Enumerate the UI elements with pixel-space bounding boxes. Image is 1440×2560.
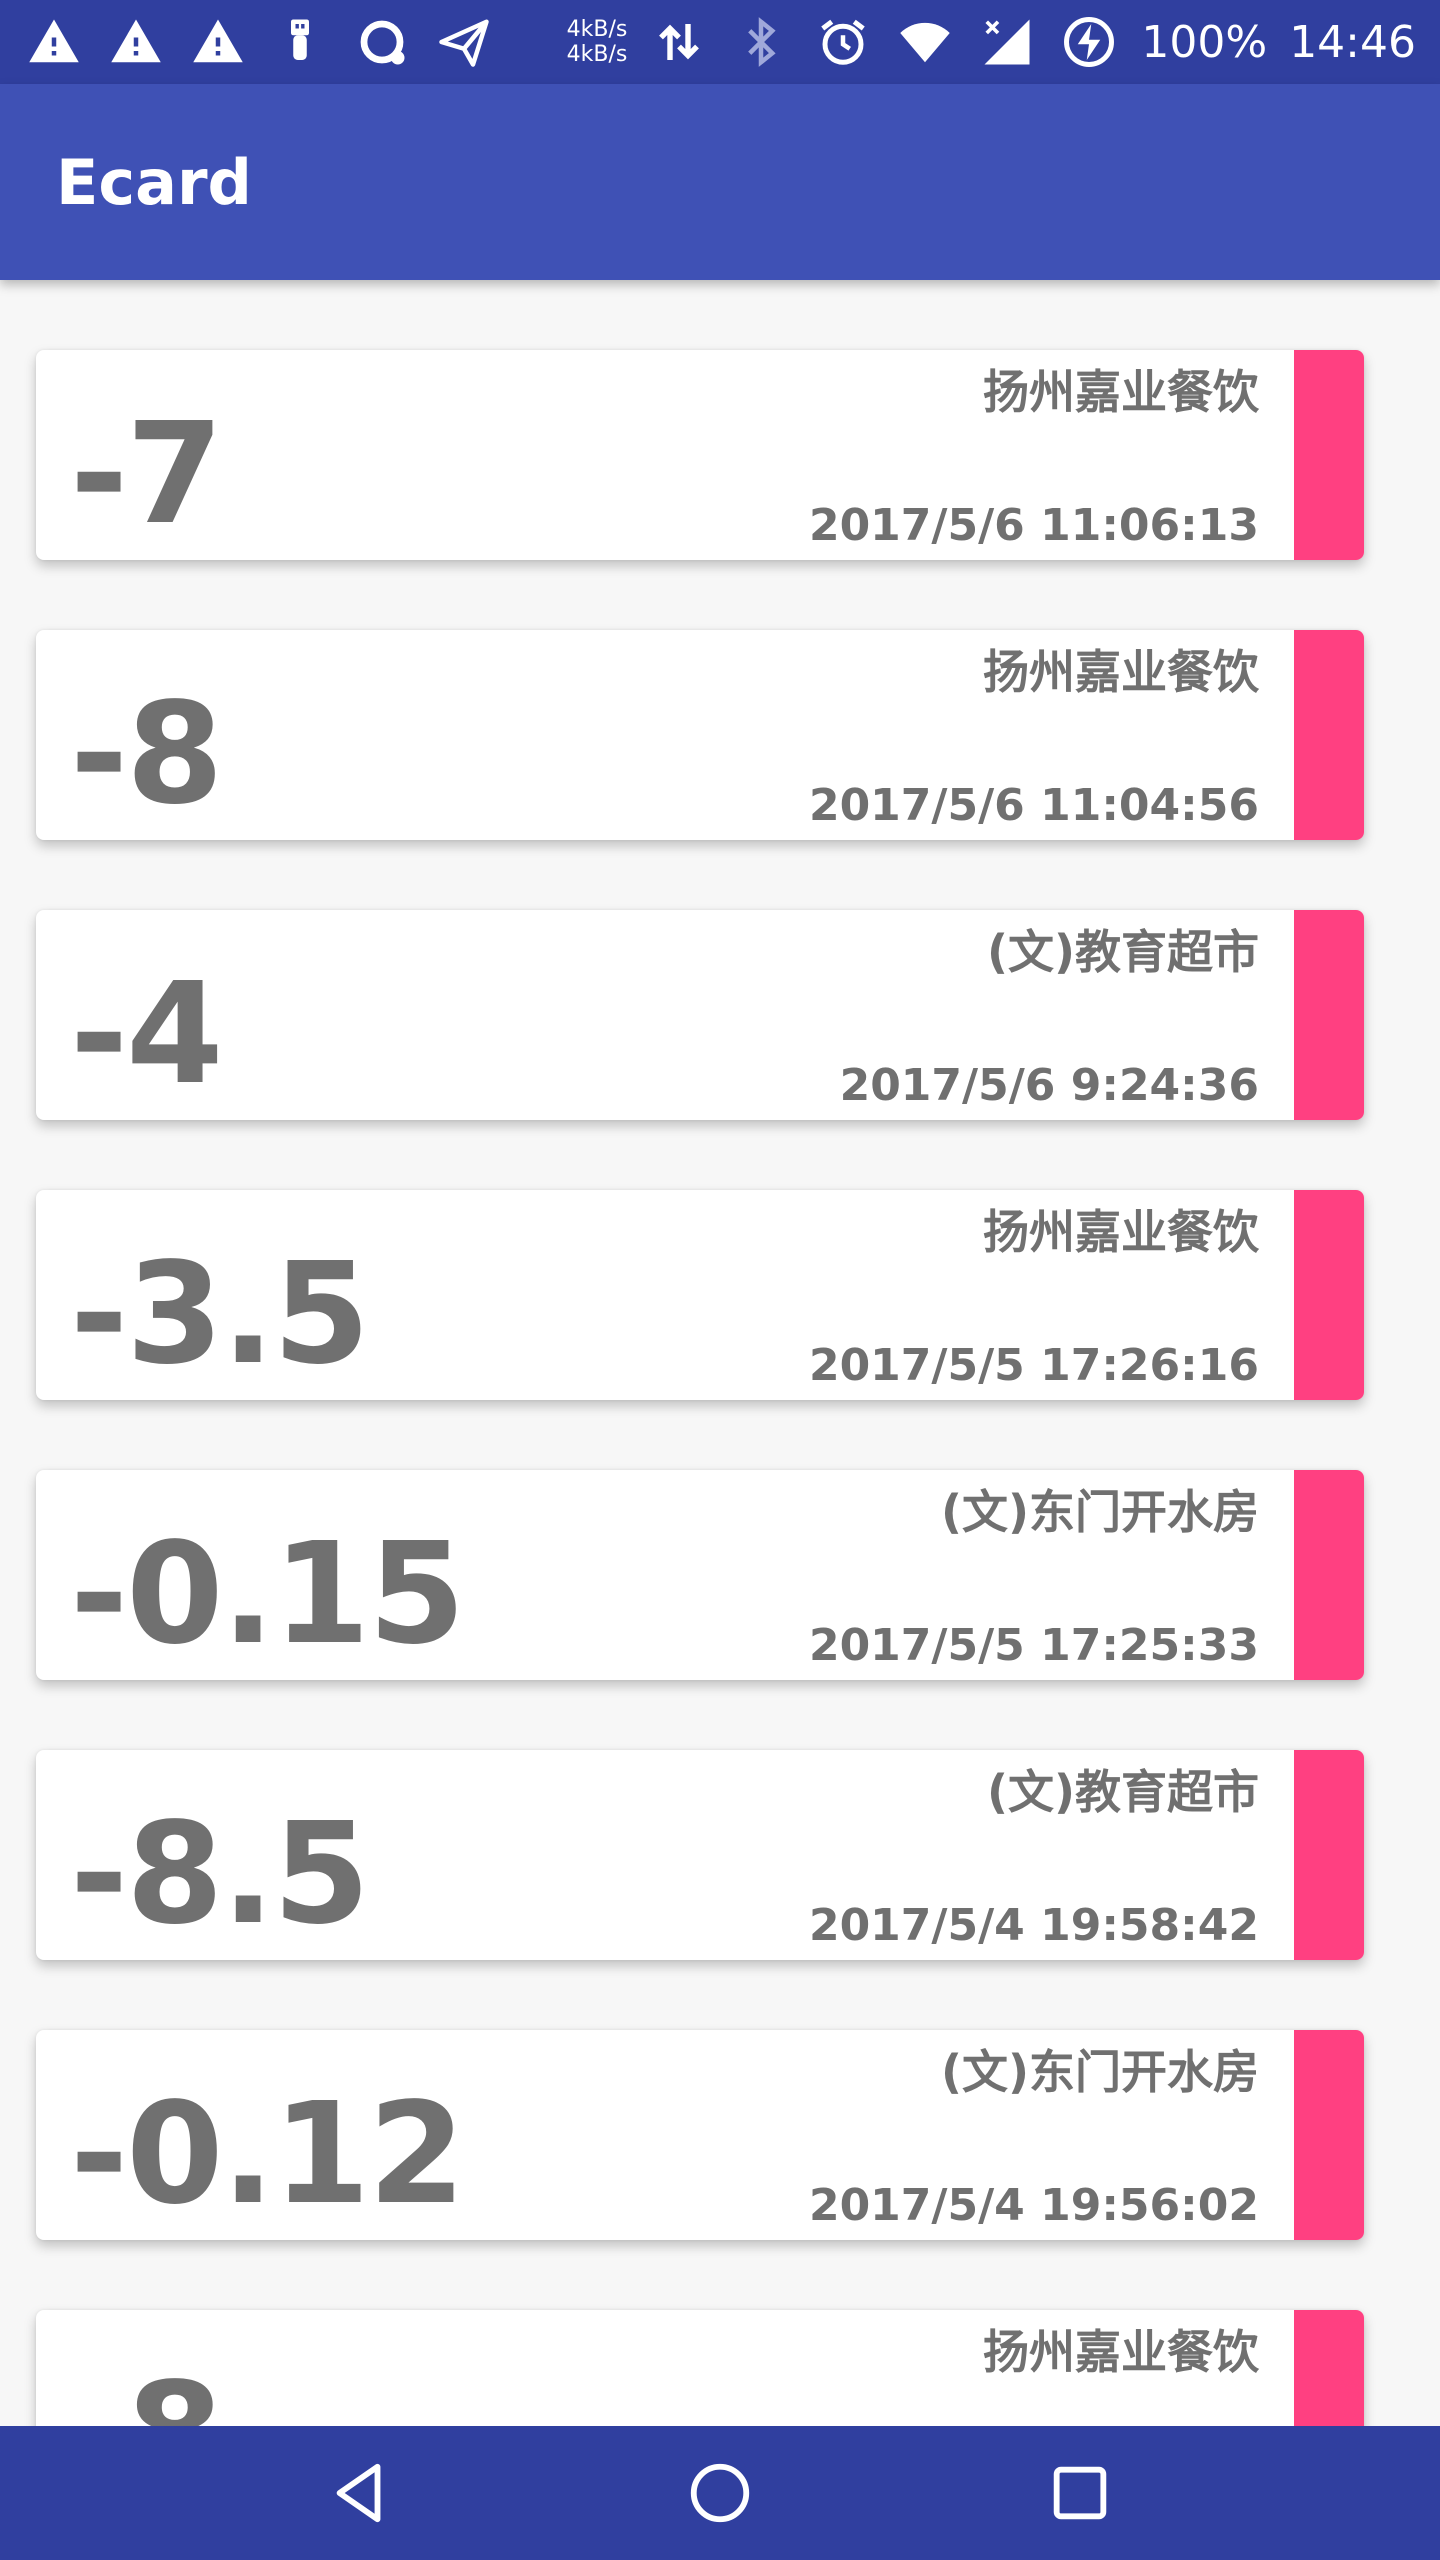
- app-bar: Ecard: [0, 84, 1440, 280]
- back-button[interactable]: [310, 2443, 410, 2543]
- alarm-icon: [813, 12, 873, 72]
- transaction-merchant: 扬州嘉业餐饮: [983, 1205, 1259, 1259]
- transaction-amount: -8: [70, 2360, 224, 2427]
- transaction-merchant: 扬州嘉业餐饮: [983, 365, 1259, 419]
- warning-icon: [106, 12, 166, 72]
- clock: 14:46: [1289, 16, 1416, 68]
- send-icon: [434, 12, 494, 72]
- transaction-card[interactable]: -4 (文)教育超市 2017/5/6 9:24:36: [36, 910, 1364, 1120]
- transaction-amount: -3.5: [70, 1233, 370, 1396]
- app-title: Ecard: [56, 145, 252, 219]
- card-accent-bar: [1294, 630, 1364, 840]
- back-icon: [336, 2463, 381, 2523]
- home-icon: [690, 2463, 750, 2523]
- data-transfer-icon: [649, 12, 709, 72]
- usb-icon: [270, 12, 330, 72]
- transaction-amount: -0.15: [70, 1513, 466, 1676]
- transaction-time: 2017/5/5 17:25:33: [808, 1620, 1259, 1671]
- transaction-card[interactable]: -8 扬州嘉业餐饮: [36, 2310, 1364, 2426]
- card-accent-bar: [1294, 2310, 1364, 2426]
- transaction-time: 2017/5/4 19:56:02: [808, 2180, 1259, 2231]
- warning-icon: [188, 12, 248, 72]
- signal-icon: [977, 12, 1037, 72]
- transaction-time: 2017/5/5 17:26:16: [808, 1340, 1259, 1391]
- transaction-amount: -0.12: [70, 2073, 466, 2236]
- transaction-card[interactable]: -3.5 扬州嘉业餐饮 2017/5/5 17:26:16: [36, 1190, 1364, 1400]
- transaction-card[interactable]: -0.12 (文)东门开水房 2017/5/4 19:56:02: [36, 2030, 1364, 2240]
- navigation-bar: [0, 2426, 1440, 2560]
- transaction-time: 2017/5/6 11:04:56: [808, 780, 1259, 831]
- recents-button[interactable]: [1030, 2443, 1130, 2543]
- transaction-amount: -8.5: [70, 1793, 370, 1956]
- battery-charging-icon: [1059, 12, 1119, 72]
- net-speed-up: 4kB/s: [566, 17, 628, 42]
- transaction-list[interactable]: -7 扬州嘉业餐饮 2017/5/6 11:06:13 -8 扬州嘉业餐饮 20…: [0, 280, 1440, 2426]
- card-accent-bar: [1294, 350, 1364, 560]
- transaction-merchant: (文)教育超市: [986, 1765, 1259, 1819]
- status-right-icons: 4kB/s 4kB/s 100% 14:46: [567, 12, 1416, 72]
- transaction-merchant: 扬州嘉业餐饮: [983, 2325, 1259, 2379]
- card-accent-bar: [1294, 2030, 1364, 2240]
- card-accent-bar: [1294, 910, 1364, 1120]
- card-accent-bar: [1294, 1470, 1364, 1680]
- transaction-amount: -8: [70, 673, 224, 836]
- home-button[interactable]: [670, 2443, 770, 2543]
- card-accent-bar: [1294, 1750, 1364, 1960]
- recents-icon: [1053, 2466, 1107, 2520]
- transaction-card[interactable]: -8.5 (文)教育超市 2017/5/4 19:58:42: [36, 1750, 1364, 1960]
- battery-percent: 100%: [1141, 16, 1268, 68]
- transaction-time: 2017/5/6 9:24:36: [839, 1060, 1259, 1111]
- transaction-card[interactable]: -0.15 (文)东门开水房 2017/5/5 17:25:33: [36, 1470, 1364, 1680]
- transaction-amount: -4: [70, 953, 224, 1116]
- card-accent-bar: [1294, 1190, 1364, 1400]
- transaction-time: 2017/5/6 11:06:13: [808, 500, 1259, 551]
- net-speed-down: 4kB/s: [566, 42, 628, 67]
- status-left-icons: [24, 12, 494, 72]
- transaction-merchant: (文)教育超市: [986, 925, 1259, 979]
- transaction-amount: -7: [70, 393, 224, 556]
- sync-icon: [352, 12, 412, 72]
- transaction-card[interactable]: -8 扬州嘉业餐饮 2017/5/6 11:04:56: [36, 630, 1364, 840]
- wifi-icon: [895, 12, 955, 72]
- transaction-merchant: 扬州嘉业餐饮: [983, 645, 1259, 699]
- network-speed: 4kB/s 4kB/s: [567, 17, 628, 67]
- bluetooth-icon: [731, 12, 791, 72]
- transaction-card[interactable]: -7 扬州嘉业餐饮 2017/5/6 11:06:13: [36, 350, 1364, 560]
- transaction-merchant: (文)东门开水房: [940, 1485, 1259, 1539]
- warning-icon: [24, 12, 84, 72]
- status-bar: 4kB/s 4kB/s 100% 14:46: [0, 0, 1440, 84]
- transaction-merchant: (文)东门开水房: [940, 2045, 1259, 2099]
- transaction-time: 2017/5/4 19:58:42: [808, 1900, 1259, 1951]
